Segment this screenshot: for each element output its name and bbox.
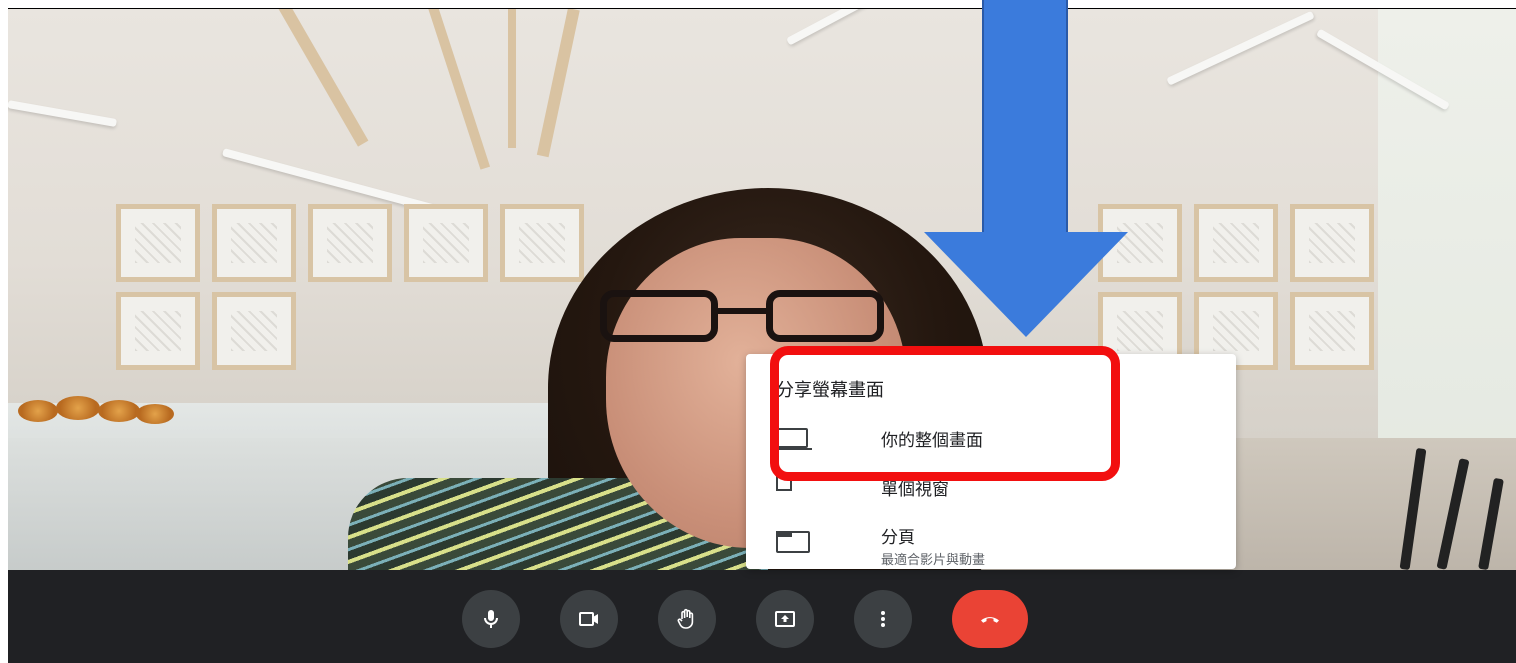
glasses-lens-left <box>600 290 718 342</box>
raise-hand-button[interactable] <box>658 590 716 648</box>
wall-art <box>212 292 296 370</box>
ceiling-beam <box>428 8 491 170</box>
microphone-button[interactable] <box>462 590 520 648</box>
pendant-light <box>786 8 896 46</box>
top-border <box>0 0 1516 8</box>
more-options-button[interactable] <box>854 590 912 648</box>
share-option-label: 你的整個畫面 <box>881 431 983 451</box>
window-icon <box>776 475 792 491</box>
frame-line <box>8 8 1516 9</box>
wall-art <box>308 204 392 282</box>
camera-icon <box>579 612 598 626</box>
hand-icon <box>677 608 694 629</box>
pastry <box>18 400 58 422</box>
ceiling-beam <box>278 8 369 147</box>
camera-button[interactable] <box>560 590 618 648</box>
annotation-arrow-shaft <box>982 0 1068 240</box>
glasses-bridge <box>718 308 766 314</box>
present-screen-icon <box>775 611 795 627</box>
microphone-icon <box>484 610 498 628</box>
monitor-icon-base <box>770 448 812 450</box>
share-option-label: 分頁 <box>881 528 915 548</box>
hang-up-icon <box>981 617 999 623</box>
share-menu-title: 分享螢幕畫面 <box>776 380 884 401</box>
end-call-button[interactable] <box>952 590 1028 648</box>
wall-art <box>500 204 584 282</box>
wall-art <box>404 204 488 282</box>
wall-art <box>1194 204 1278 282</box>
ceiling-beam <box>536 8 580 158</box>
share-option-label: 單個視窗 <box>881 480 949 500</box>
present-screen-button[interactable] <box>756 590 814 648</box>
share-option-tab[interactable]: 分頁 最適合影片與動畫 <box>746 509 1236 569</box>
more-vertical-icon <box>881 611 885 627</box>
tab-icon-tab <box>776 531 792 537</box>
wall-art <box>116 204 200 282</box>
wall-art <box>116 292 200 370</box>
wall-art <box>1290 292 1374 370</box>
ceiling-beam <box>508 8 516 148</box>
share-screen-menu: 分享螢幕畫面 你的整個畫面 單個視窗 分頁 最適合影片與動畫 <box>746 354 1236 569</box>
pastry <box>136 404 174 424</box>
wall-art <box>1290 204 1374 282</box>
pastry <box>98 400 140 422</box>
monitor-icon <box>776 428 808 448</box>
share-option-sublabel: 最適合影片與動畫 <box>881 553 986 568</box>
pastry <box>56 396 100 420</box>
glasses-lens-right <box>766 290 884 342</box>
pendant-light <box>1166 10 1315 86</box>
down-arrow-icon <box>924 232 1128 337</box>
pendant-light <box>8 100 118 128</box>
wall-art <box>212 204 296 282</box>
share-option-entire-screen[interactable]: 你的整個畫面 <box>746 416 1236 476</box>
